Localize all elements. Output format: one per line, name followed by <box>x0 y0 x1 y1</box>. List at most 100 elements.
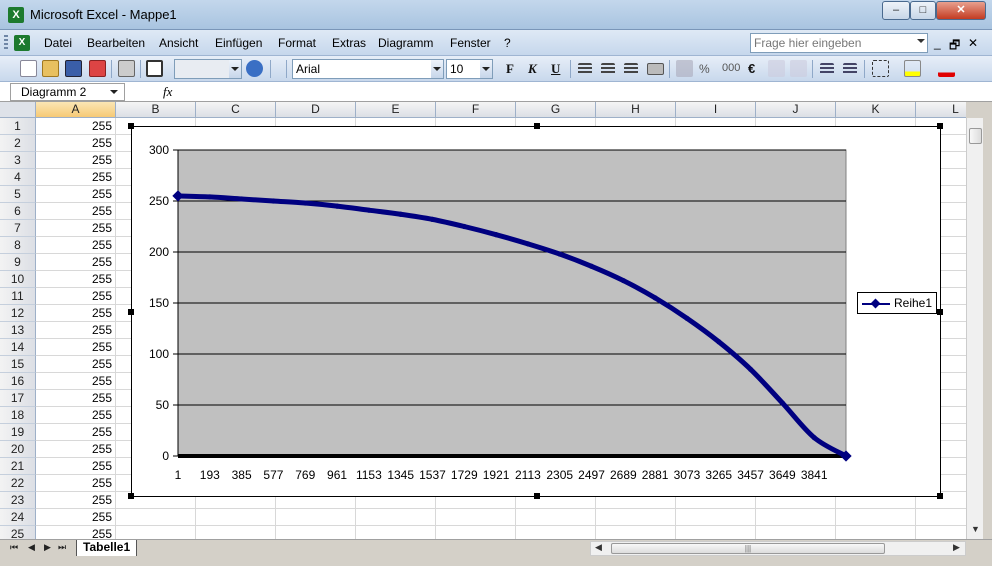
chart-resize-handle[interactable] <box>937 309 943 315</box>
row-header-15[interactable]: 15 <box>0 356 36 373</box>
font-name-select[interactable]: Arial <box>292 59 444 79</box>
data-point[interactable] <box>779 400 785 406</box>
scroll-right-icon[interactable]: ▶ <box>953 542 960 553</box>
sheet-tab-tabelle1[interactable]: Tabelle1 <box>76 540 138 557</box>
cell-k25[interactable] <box>836 526 916 539</box>
chevron-down-icon[interactable] <box>229 60 241 78</box>
vertical-scrollbar[interactable]: ▼ <box>966 118 983 539</box>
cell-l24[interactable] <box>916 509 966 526</box>
data-point[interactable] <box>652 295 658 301</box>
chart-resize-handle[interactable] <box>128 123 134 129</box>
permission-icon[interactable] <box>89 60 106 77</box>
cell-g25[interactable] <box>516 526 596 539</box>
row-header-9[interactable]: 9 <box>0 254 36 271</box>
cell-a14[interactable]: 255 <box>36 339 116 356</box>
row-header-4[interactable]: 4 <box>0 169 36 186</box>
column-header-i[interactable]: I <box>676 102 756 118</box>
data-point[interactable] <box>270 198 277 204</box>
print-icon[interactable] <box>118 60 135 77</box>
new-document-icon[interactable] <box>20 60 37 77</box>
italic-button[interactable]: K <box>528 61 537 77</box>
menu-ansicht[interactable]: Ansicht <box>159 36 198 50</box>
cell-a25[interactable]: 255 <box>36 526 116 539</box>
cell-j24[interactable] <box>756 509 836 526</box>
row-header-7[interactable]: 7 <box>0 220 36 237</box>
cell-a2[interactable]: 255 <box>36 135 116 152</box>
menu-datei[interactable]: Datei <box>44 36 72 50</box>
decrease-indent-icon[interactable] <box>820 63 834 75</box>
row-header-19[interactable]: 19 <box>0 424 36 441</box>
cell-c24[interactable] <box>196 509 276 526</box>
horizontal-scroll-thumb[interactable]: ||| <box>611 543 885 554</box>
cell-a21[interactable]: 255 <box>36 458 116 475</box>
help-search-input[interactable]: Frage hier eingeben <box>750 33 928 53</box>
increase-indent-icon[interactable] <box>843 63 857 75</box>
chart-object-select[interactable] <box>174 59 242 79</box>
scroll-left-icon[interactable]: ◀ <box>595 542 602 553</box>
font-color-icon[interactable] <box>938 60 955 77</box>
cell-d25[interactable] <box>276 526 356 539</box>
prev-sheet-icon[interactable]: ◀ <box>28 542 35 553</box>
data-point[interactable] <box>684 315 690 321</box>
cell-b25[interactable] <box>116 526 196 539</box>
column-header-g[interactable]: G <box>516 102 596 118</box>
data-point[interactable] <box>302 200 308 206</box>
maximize-button[interactable]: □ <box>910 1 936 20</box>
column-header-d[interactable]: D <box>276 102 356 118</box>
font-size-select[interactable]: 10 <box>446 59 493 79</box>
cell-h24[interactable] <box>596 509 676 526</box>
data-point[interactable] <box>588 263 595 269</box>
row-header-22[interactable]: 22 <box>0 475 36 492</box>
minimize-button[interactable]: – <box>882 1 910 20</box>
line-chart[interactable]: 0 50 100 150 200 250 300 1 193 385 577 769 961 1153 13… <box>132 127 940 496</box>
cell-a13[interactable]: 255 <box>36 322 116 339</box>
cell-c25[interactable] <box>196 526 276 539</box>
menu-help[interactable]: ? <box>504 36 511 50</box>
menu-diagramm[interactable]: Diagramm <box>378 36 433 50</box>
horizontal-scrollbar[interactable]: ◀ ||| ▶ <box>590 541 966 556</box>
vertical-scroll-thumb[interactable] <box>969 128 982 144</box>
data-point[interactable] <box>239 196 245 202</box>
open-folder-icon[interactable] <box>42 60 59 77</box>
data-point[interactable] <box>398 211 404 217</box>
cell-d24[interactable] <box>276 509 356 526</box>
decrease-decimal-icon[interactable] <box>790 60 807 77</box>
cell-j25[interactable] <box>756 526 836 539</box>
cell-a7[interactable]: 255 <box>36 220 116 237</box>
data-point[interactable] <box>334 203 340 209</box>
cell-a18[interactable]: 255 <box>36 407 116 424</box>
cell-g24[interactable] <box>516 509 596 526</box>
chart-object-icon[interactable] <box>146 60 163 77</box>
row-header-17[interactable]: 17 <box>0 390 36 407</box>
data-point[interactable] <box>525 241 531 247</box>
cell-l25[interactable] <box>916 526 966 539</box>
data-point[interactable] <box>716 339 722 345</box>
column-header-l[interactable]: L <box>916 102 966 118</box>
row-header-18[interactable]: 18 <box>0 407 36 424</box>
data-point[interactable] <box>747 366 754 372</box>
column-header-c[interactable]: C <box>196 102 276 118</box>
cell-a22[interactable]: 255 <box>36 475 116 492</box>
next-sheet-icon[interactable]: ▶ <box>44 542 51 553</box>
menu-format[interactable]: Format <box>278 36 316 50</box>
cell-a24[interactable]: 255 <box>36 509 116 526</box>
menu-extras[interactable]: Extras <box>332 36 366 50</box>
data-point[interactable] <box>366 207 372 213</box>
name-box[interactable]: Diagramm 2 <box>10 83 125 101</box>
menu-fenster[interactable]: Fenster <box>450 36 491 50</box>
cell-a16[interactable]: 255 <box>36 373 116 390</box>
chevron-down-icon[interactable] <box>917 39 925 43</box>
row-header-23[interactable]: 23 <box>0 492 36 509</box>
close-button[interactable]: ✕ <box>936 1 986 20</box>
increase-decimal-icon[interactable] <box>768 60 785 77</box>
row-header-25[interactable]: 25 <box>0 526 36 539</box>
column-header-h[interactable]: H <box>596 102 676 118</box>
data-point[interactable] <box>557 251 563 257</box>
last-sheet-icon[interactable]: ⏭ <box>58 542 66 553</box>
cell-k24[interactable] <box>836 509 916 526</box>
data-point[interactable] <box>811 435 817 441</box>
align-left-icon[interactable] <box>578 63 592 75</box>
row-header-12[interactable]: 12 <box>0 305 36 322</box>
data-point[interactable] <box>620 277 626 284</box>
cell-a20[interactable]: 255 <box>36 441 116 458</box>
